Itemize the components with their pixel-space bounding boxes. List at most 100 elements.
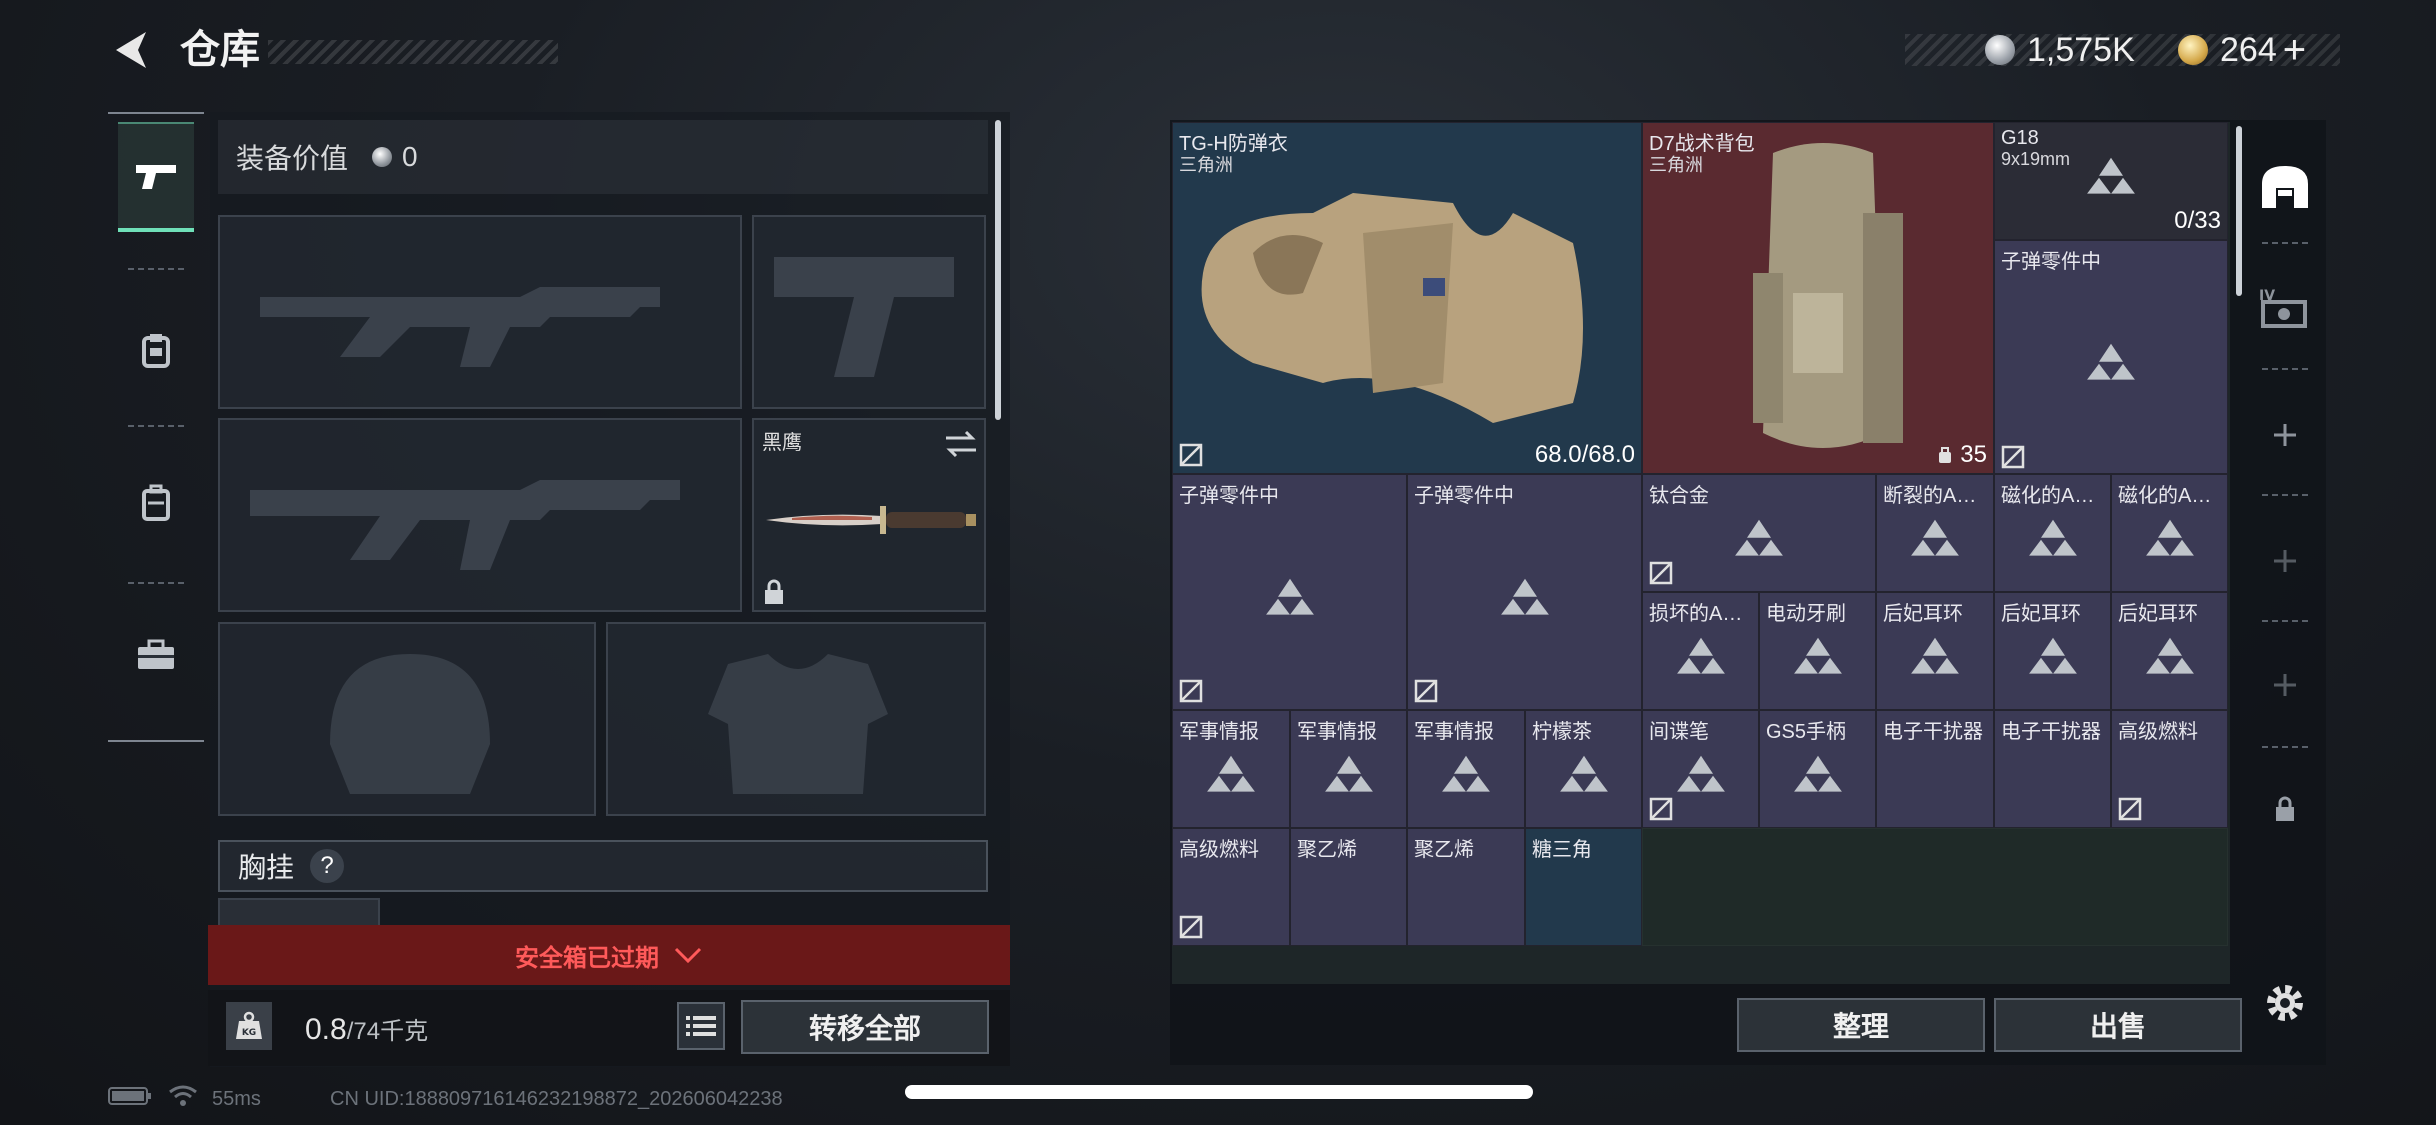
safe-box-expired-banner[interactable]: 安全箱已过期 — [208, 925, 1010, 985]
equipment-scrollbar[interactable] — [995, 120, 1001, 420]
locked-stash-page-button[interactable] — [2254, 778, 2316, 840]
body-armor-slot[interactable] — [606, 622, 986, 816]
stash-item-backpack[interactable]: D7战术背包 三角洲 35 — [1642, 122, 1994, 474]
unknown-item-icon — [1911, 637, 1959, 674]
stash-item[interactable]: 军事情报 — [1172, 710, 1290, 828]
item-name: 子弹零件中 — [2001, 251, 2101, 273]
stash-item[interactable]: 后妃耳环 — [1876, 592, 1994, 710]
stash-item[interactable]: 断裂的A… — [1876, 474, 1994, 592]
chest-rig-slot[interactable] — [218, 898, 380, 928]
stash-item[interactable]: GS5手柄 — [1759, 710, 1876, 828]
stash-item[interactable]: 军事情报 — [1407, 710, 1525, 828]
stash-page-button-main[interactable] — [2254, 156, 2316, 218]
add-gold-button[interactable]: + — [2283, 28, 2306, 73]
gear-icon — [2267, 985, 2303, 1021]
unknown-item-icon — [1735, 519, 1783, 556]
stash-item[interactable]: 子弹零件中 — [1994, 240, 2228, 474]
rail-divider — [2262, 494, 2308, 496]
empty-stash-area[interactable] — [1642, 828, 2228, 946]
unknown-item-icon — [2145, 519, 2194, 556]
stash-item[interactable]: 钛合金 — [1642, 474, 1876, 592]
backpack-capacity: 35 — [1936, 441, 1987, 469]
stash-item[interactable]: 电子干扰器 — [1876, 710, 1994, 828]
rail-divider — [2262, 620, 2308, 622]
add-stash-page-button[interactable] — [2254, 654, 2316, 716]
weight-limit: /74千克 — [346, 1018, 429, 1045]
chest-rig-help-button[interactable]: ? — [310, 849, 345, 883]
stash-item[interactable]: 糖三角 — [1525, 828, 1642, 946]
stash-scrollbar[interactable] — [2236, 126, 2242, 296]
item-name: 聚乙烯 — [1297, 839, 1357, 861]
plus-icon — [2274, 424, 2296, 446]
transfer-all-button[interactable]: 转移全部 — [741, 1000, 989, 1054]
add-stash-page-button[interactable] — [2254, 404, 2316, 466]
unknown-item-icon — [1559, 755, 1608, 792]
equip-value-label: 装备价值 — [236, 143, 349, 174]
rail-divider — [2262, 746, 2308, 748]
item-name: 高级燃料 — [1179, 839, 1259, 861]
stash-item[interactable]: 子弹零件中 — [1407, 474, 1642, 710]
stash-item-pistol[interactable]: G18 9x19mm 0/33 — [1994, 122, 2228, 240]
case-iv-icon: IV — [2259, 288, 2307, 328]
item-name: 电子干扰器 — [1883, 721, 1983, 743]
stash-item[interactable]: 后妃耳环 — [1994, 592, 2111, 710]
unknown-item-icon — [1265, 578, 1314, 615]
home-indicator[interactable] — [905, 1085, 1533, 1099]
item-name: 后妃耳环 — [1883, 603, 1963, 625]
bag-icon — [1939, 447, 1952, 463]
equip-value-amount: 0 — [402, 141, 418, 172]
stash-item[interactable]: 子弹零件中 — [1172, 474, 1407, 710]
stash-item[interactable]: 损坏的A… — [1642, 592, 1759, 710]
stash-item[interactable]: 后妃耳环 — [2111, 592, 2228, 710]
swap-icon[interactable] — [944, 430, 978, 458]
backpack-icon — [142, 484, 170, 521]
item-name: 断裂的A… — [1883, 485, 1977, 507]
ping-value: 55ms — [212, 1088, 261, 1110]
primary-weapon-slot-1[interactable] — [218, 215, 742, 409]
gold-currency[interactable]: 264 + — [2178, 26, 2306, 74]
list-view-button[interactable] — [677, 1002, 725, 1050]
silver-currency[interactable]: 1,575K — [1985, 26, 2135, 74]
user-uid: CN UID:18880971614623219887​2_2026060422… — [330, 1088, 783, 1110]
add-stash-page-button[interactable] — [2254, 530, 2316, 592]
melee-name: 黑鹰 — [762, 432, 802, 454]
stash-item[interactable]: 电动牙刷 — [1759, 592, 1876, 710]
tab-weapons[interactable] — [118, 122, 194, 232]
stash-item[interactable]: 聚乙烯 — [1407, 828, 1525, 946]
stash-item[interactable]: 间谍笔 — [1642, 710, 1759, 828]
unknown-item-icon — [1442, 755, 1490, 792]
pistol-icon — [136, 165, 176, 189]
tab-divider — [128, 425, 184, 427]
back-button[interactable] — [108, 26, 156, 74]
silver-coin-icon — [372, 147, 393, 167]
tab-backpack[interactable] — [118, 448, 194, 558]
lock-icon — [765, 579, 783, 604]
item-name: 磁化的A… — [2001, 485, 2095, 507]
primary-weapon-slot-2[interactable] — [218, 418, 742, 612]
sidearm-slot[interactable] — [752, 215, 986, 409]
stash-item[interactable]: 磁化的A… — [1994, 474, 2111, 592]
item-name: 高级燃料 — [2118, 721, 2198, 743]
stash-item-armor[interactable]: TG-H防弹衣 三角洲 68.0/68.0 — [1172, 122, 1642, 474]
stash-item[interactable]: 磁化的A… — [2111, 474, 2228, 592]
item-name: 电子干扰器 — [2001, 721, 2101, 743]
stash-page-button-iv[interactable]: IV — [2254, 278, 2316, 340]
stash-item[interactable]: 高级燃料 — [2111, 710, 2228, 828]
tab-case[interactable] — [118, 600, 194, 710]
melee-slot[interactable]: 黑鹰 — [752, 418, 986, 612]
item-name: 磁化的A… — [2118, 485, 2212, 507]
stash-item[interactable]: 高级燃料 — [1172, 828, 1290, 946]
helmet-slot[interactable] — [218, 622, 596, 816]
stash-item[interactable]: 柠檬茶 — [1525, 710, 1642, 828]
stash-item[interactable]: 军事情报 — [1290, 710, 1407, 828]
stash-item[interactable]: 聚乙烯 — [1290, 828, 1407, 946]
sort-button[interactable]: 整理 — [1737, 998, 1985, 1052]
item-origin: 三角洲 — [1649, 155, 1703, 175]
stash-item[interactable]: 电子干扰器 — [1994, 710, 2111, 828]
unknown-item-icon — [1207, 755, 1255, 792]
tab-armor[interactable] — [118, 295, 194, 405]
settings-button[interactable] — [2254, 972, 2316, 1034]
rail-divider — [2262, 242, 2308, 244]
unknown-item-icon — [1793, 637, 1842, 674]
sell-button[interactable]: 出售 — [1994, 998, 2242, 1052]
